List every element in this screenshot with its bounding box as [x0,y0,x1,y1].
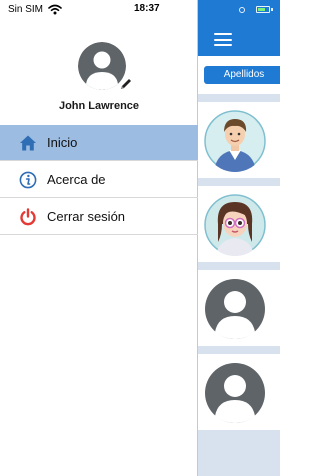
status-bar: Sin SIM 18:37 [0,0,198,20]
status-time: 18:37 [134,3,160,14]
orientation-lock-icon [239,7,245,13]
menu-item-label: Acerca de [47,172,106,187]
background-status-bar [198,0,280,20]
background-app: Apellidos [198,0,280,476]
carrier-label: Sin SIM [8,4,44,15]
contact-card[interactable] [198,186,280,262]
menu-item-cerrar-sesion[interactable]: Cerrar sesión [0,199,198,235]
menu-item-label: Cerrar sesión [47,209,126,224]
female-cartoon-avatar [204,194,266,256]
battery-tip [271,8,273,11]
contact-card[interactable] [198,354,280,430]
power-icon [20,208,36,226]
menu-item-acerca-de[interactable]: Acerca de [0,162,198,198]
background-nav-bar [198,20,280,56]
default-user-avatar [204,362,266,424]
contact-card[interactable] [198,270,280,346]
edit-pencil-icon[interactable] [119,77,133,91]
menu-item-label: Inicio [47,135,78,150]
filter-apellidos-button[interactable]: Apellidos [204,66,280,84]
contact-card[interactable] [198,102,280,178]
battery-icon [256,6,270,13]
profile-name: John Lawrence [58,100,140,112]
wifi-icon [48,4,62,15]
menu-item-inicio[interactable]: Inicio [0,125,198,161]
navigation-drawer: Sin SIM 18:37 John Lawrence Inicio Acerc… [0,0,198,476]
hamburger-menu-icon[interactable] [214,33,232,46]
home-icon [20,135,36,151]
default-user-avatar [204,278,266,340]
profile-header: John Lawrence [0,20,198,124]
info-icon [19,171,37,189]
male-cartoon-avatar [204,110,266,172]
filter-bar: Apellidos [198,56,280,94]
